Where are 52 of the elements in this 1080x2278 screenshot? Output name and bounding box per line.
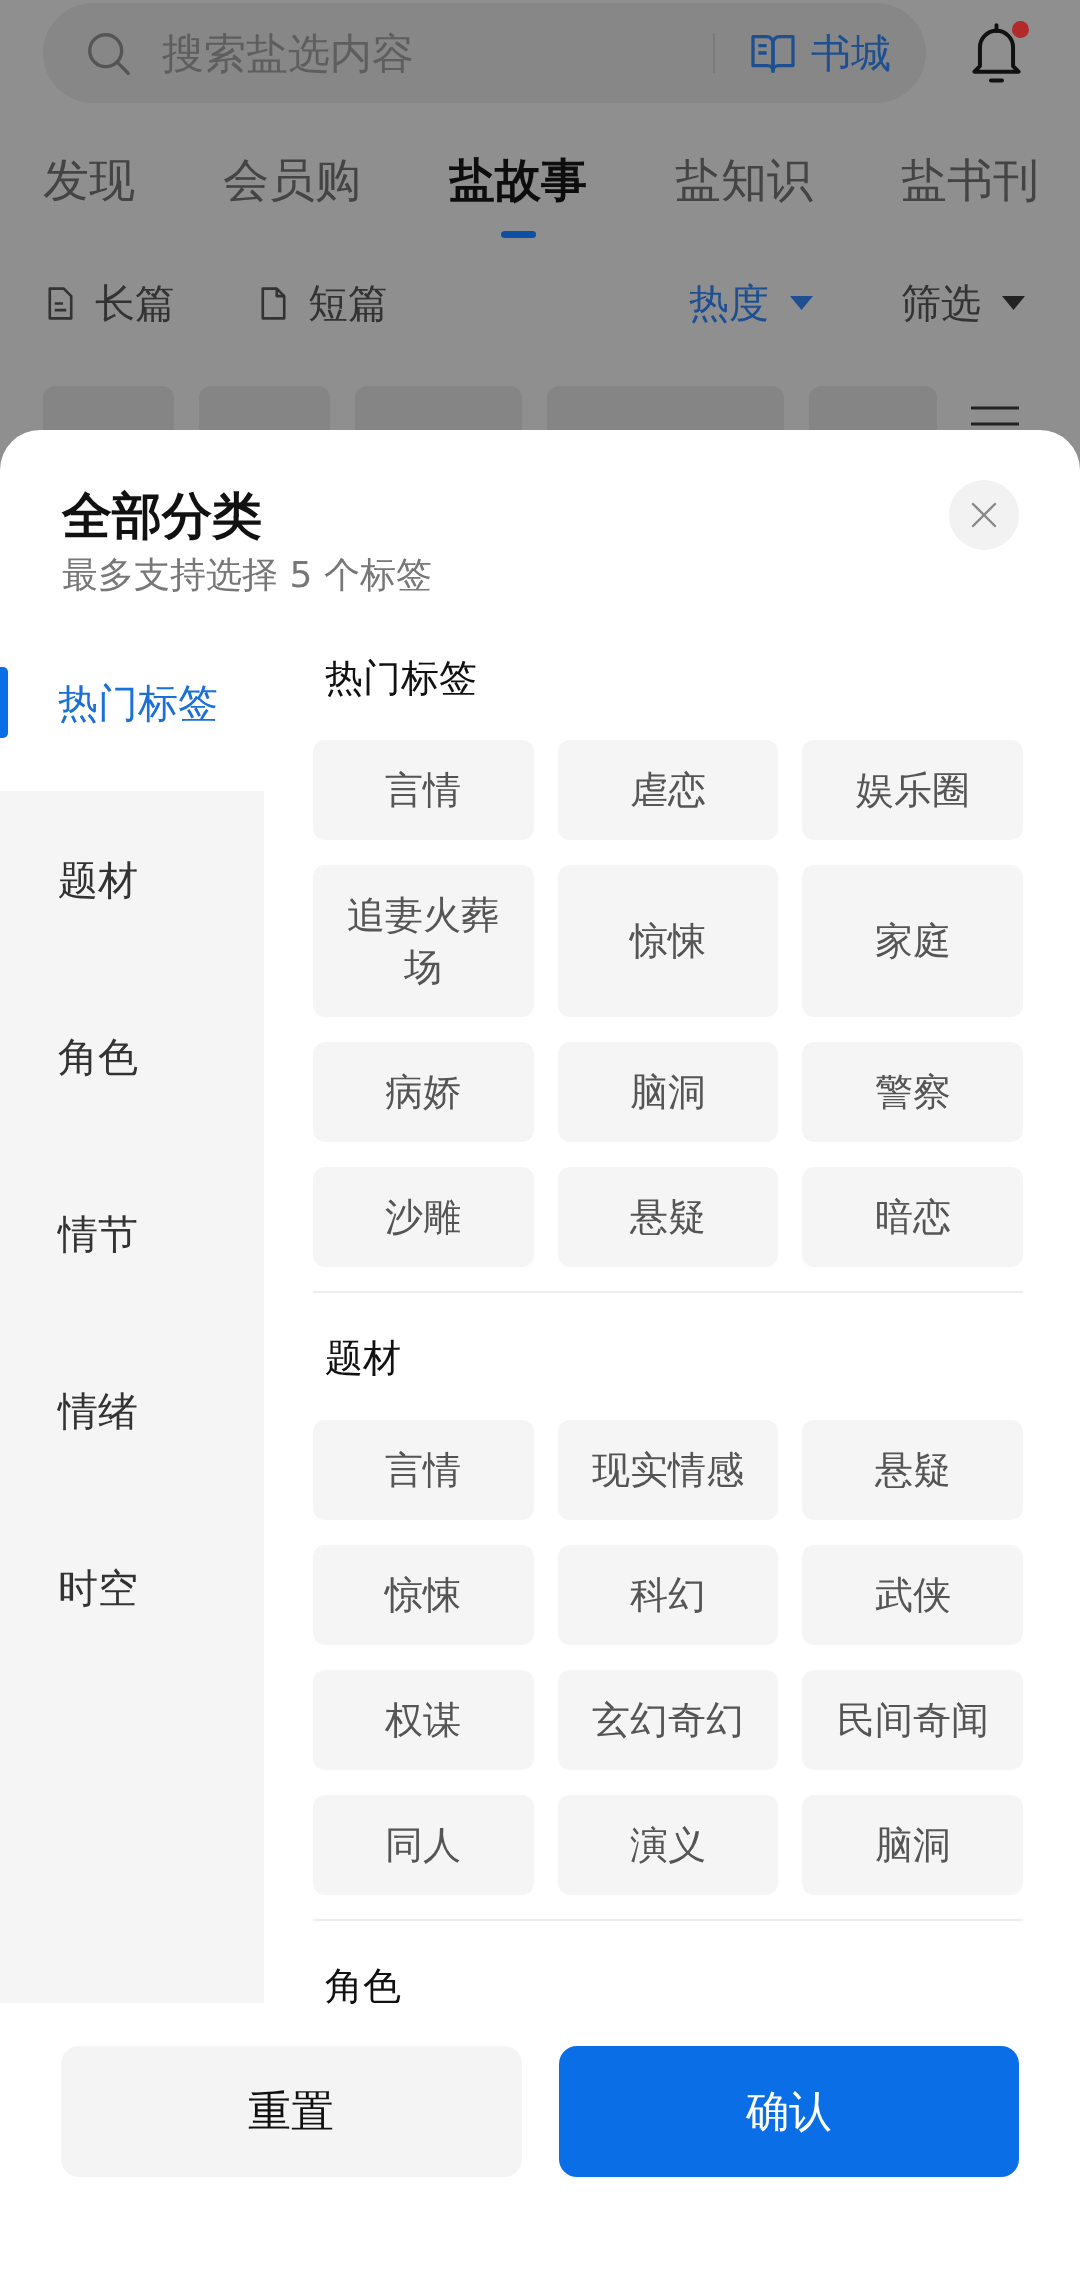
- bell-icon: [970, 23, 1023, 85]
- tag-option[interactable]: 悬疑: [557, 1167, 779, 1267]
- format-filter[interactable]: 长篇: [48, 278, 175, 328]
- document-lines-icon: [48, 286, 73, 320]
- sheet-title: 全部分类: [62, 486, 263, 546]
- section-title: 热门标签: [324, 658, 478, 698]
- notification-button[interactable]: [970, 21, 1029, 85]
- tag-option[interactable]: 同人: [313, 1795, 534, 1895]
- search-icon: [86, 30, 131, 76]
- tag-option[interactable]: 沙雕: [313, 1167, 534, 1267]
- tag-option[interactable]: 虐恋: [557, 740, 779, 840]
- tag-option[interactable]: 病娇: [313, 1042, 534, 1142]
- tag-option[interactable]: 演义: [557, 1795, 779, 1895]
- sheet-subtitle: 最多支持选择 5 个标签: [62, 553, 432, 597]
- sidebar-item[interactable]: 情绪: [0, 1322, 264, 1499]
- tag-option[interactable]: 悬疑: [802, 1420, 1023, 1520]
- sidebar-item[interactable]: 热门标签: [0, 614, 264, 791]
- caret-down-icon: [1002, 296, 1025, 310]
- filter-dropdown[interactable]: 筛选: [901, 278, 1025, 328]
- book-icon: [751, 33, 795, 73]
- tag-option[interactable]: 家庭: [802, 865, 1023, 1017]
- tag-option[interactable]: 武侠: [802, 1545, 1023, 1645]
- caret-down-icon: [790, 296, 813, 310]
- confirm-button[interactable]: 确认: [558, 2046, 1019, 2177]
- section-title: 题材: [324, 1338, 402, 1378]
- sidebar-item[interactable]: 时空: [0, 1499, 264, 1676]
- document-icon: [261, 286, 286, 320]
- tag-option[interactable]: 脑洞: [557, 1042, 779, 1142]
- sidebar-item[interactable]: 角色: [0, 968, 264, 1145]
- tag-option[interactable]: 惊悚: [557, 865, 779, 1017]
- tag-option[interactable]: 暗恋: [802, 1167, 1023, 1267]
- close-icon: [971, 502, 997, 528]
- tag-option[interactable]: 言情: [313, 740, 534, 840]
- tag-option[interactable]: 脑洞: [802, 1795, 1023, 1895]
- sidebar-item[interactable]: 情节: [0, 1145, 264, 1322]
- tag-option[interactable]: 民间奇闻: [802, 1670, 1023, 1770]
- tab-indicator: [500, 231, 536, 238]
- tag-option[interactable]: 玄幻奇幻: [557, 1670, 779, 1770]
- tag-option[interactable]: 追妻火葬场: [313, 865, 534, 1017]
- tab[interactable]: 盐故事: [449, 152, 587, 238]
- selected-indicator: [0, 667, 8, 738]
- tag-option[interactable]: 娱乐圈: [802, 740, 1023, 840]
- sidebar-item[interactable]: 题材: [0, 791, 264, 968]
- tag-option[interactable]: 现实情感: [557, 1420, 779, 1520]
- tag-option[interactable]: 警察: [802, 1042, 1023, 1142]
- section-title: 角色: [324, 1966, 402, 2006]
- tag-option[interactable]: 惊悚: [313, 1545, 534, 1645]
- tag-option[interactable]: 权谋: [313, 1670, 534, 1770]
- format-filter[interactable]: 短篇: [261, 278, 388, 328]
- tag-option[interactable]: 科幻: [557, 1545, 779, 1645]
- reset-button[interactable]: 重置: [61, 2046, 522, 2177]
- tag-option[interactable]: 言情: [313, 1420, 534, 1520]
